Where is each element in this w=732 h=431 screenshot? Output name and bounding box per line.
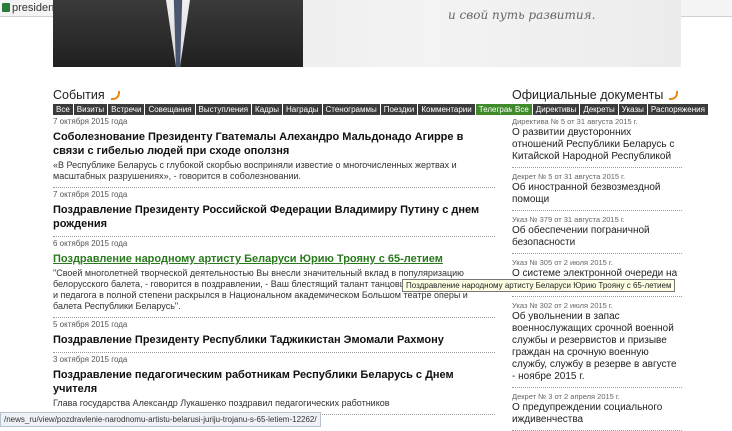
doc-meta: Декрет № 3 от 2 апреля 2015 г.	[512, 392, 620, 401]
event-item: 5 октября 2015 года Поздравление Президен…	[53, 320, 495, 353]
doc-meta: Указ № 302 от 2 июля 2015 г.	[512, 301, 613, 310]
event-snippet: «В Республике Беларусь с глубокой скорбь…	[53, 160, 457, 181]
docs-title-text[interactable]: Официальные документы	[512, 88, 663, 102]
event-date: 7 октября 2015 года	[53, 190, 128, 199]
doc-title-link[interactable]: О предупреждении социального иждивенчест…	[512, 402, 682, 426]
event-title-link[interactable]: Поздравление народному артисту Беларуси …	[53, 252, 495, 266]
rss-icon[interactable]	[669, 91, 679, 101]
header-banner: и свой путь развития.	[53, 0, 681, 67]
doc-item: Указ № 379 от 31 августа 2015 г. Об обесп…	[512, 215, 682, 254]
tab-events-2[interactable]: Встречи	[108, 104, 145, 115]
divider	[53, 352, 495, 353]
doc-meta: Указ № 379 от 31 августа 2015 г.	[512, 215, 625, 224]
event-date: 3 октября 2015 года	[53, 355, 128, 364]
tab-events-7[interactable]: Стенограммы	[322, 104, 380, 115]
events-list: 7 октября 2015 года Соболезнование Презид…	[53, 115, 495, 415]
event-date: 7 октября 2015 года	[53, 117, 128, 126]
event-title-link[interactable]: Поздравление педагогическим работникам Р…	[53, 368, 495, 396]
event-item: 7 октября 2015 года Поздравление Президен…	[53, 190, 495, 237]
events-tabs: Все Визиты Встречи Совещания Выступления Кадр…	[53, 104, 529, 115]
doc-title-link[interactable]: Об обеспечении пограничной безопасности	[512, 225, 682, 249]
doc-title-link[interactable]: Об иностранной безвозмездной помощи	[512, 182, 682, 206]
doc-title-link[interactable]: Об увольнении в запас военнослужащих сро…	[512, 311, 682, 383]
event-title-link[interactable]: Поздравление Президенту Республики Таджи…	[53, 333, 495, 347]
tab-events-3[interactable]: Совещания	[145, 104, 195, 115]
event-snippet: Глава государства Александр Лукашенко по…	[53, 398, 390, 408]
tab-events-9[interactable]: Комментарии	[418, 104, 475, 115]
tab-events-0[interactable]: Все	[53, 104, 73, 115]
divider	[512, 387, 682, 388]
divider	[512, 210, 682, 211]
event-date: 6 октября 2015 года	[53, 239, 128, 248]
tab-events-8[interactable]: Поездки	[380, 104, 418, 115]
events-title-text[interactable]: События	[53, 88, 105, 102]
tab-events-6[interactable]: Награды	[283, 104, 322, 115]
tab-events-5[interactable]: Кадры	[252, 104, 283, 115]
divider	[512, 167, 682, 168]
tab-events-1[interactable]: Визиты	[73, 104, 108, 115]
doc-meta: Декрет № 5 от 31 августа 2015 г.	[512, 172, 626, 181]
doc-title-link[interactable]: О развитии двусторонних отношений Респуб…	[512, 127, 682, 163]
event-item: 3 октября 2015 года Поздравление педагоги…	[53, 355, 495, 415]
docs-list: Директива № 5 от 31 августа 2015 г. О раз…	[512, 113, 682, 431]
divider	[53, 187, 495, 188]
divider	[53, 236, 495, 237]
tab-events-4[interactable]: Выступления	[195, 104, 252, 115]
event-title-link[interactable]: Поздравление Президенту Российской Федер…	[53, 203, 495, 231]
link-tooltip: Поздравление народному артисту Беларуси …	[402, 279, 676, 292]
doc-meta: Директива № 5 от 31 августа 2015 г.	[512, 117, 638, 126]
divider	[512, 296, 682, 297]
docs-title[interactable]: Официальные документы	[512, 88, 679, 102]
divider	[53, 317, 495, 318]
event-item: 7 октября 2015 года Соболезнование Презид…	[53, 117, 495, 188]
banner-quote: и свой путь развития.	[448, 8, 596, 22]
doc-item: Указ № 302 от 2 июля 2015 г. Об увольнени…	[512, 301, 682, 388]
event-date: 5 октября 2015 года	[53, 320, 128, 329]
divider	[512, 253, 682, 254]
events-title[interactable]: События	[53, 88, 120, 102]
site-favicon-icon	[2, 3, 10, 12]
president-photo	[53, 0, 303, 67]
doc-item: Директива № 5 от 31 августа 2015 г. О раз…	[512, 117, 682, 168]
event-title-link[interactable]: Соболезнование Президенту Гватемалы Алех…	[53, 130, 495, 158]
doc-item: Декрет № 5 от 31 августа 2015 г. Об иност…	[512, 172, 682, 211]
rss-icon[interactable]	[110, 91, 120, 101]
doc-item: Декрет № 3 от 2 апреля 2015 г. О предупре…	[512, 392, 682, 431]
doc-meta: Указ № 305 от 2 июля 2015 г.	[512, 258, 613, 267]
